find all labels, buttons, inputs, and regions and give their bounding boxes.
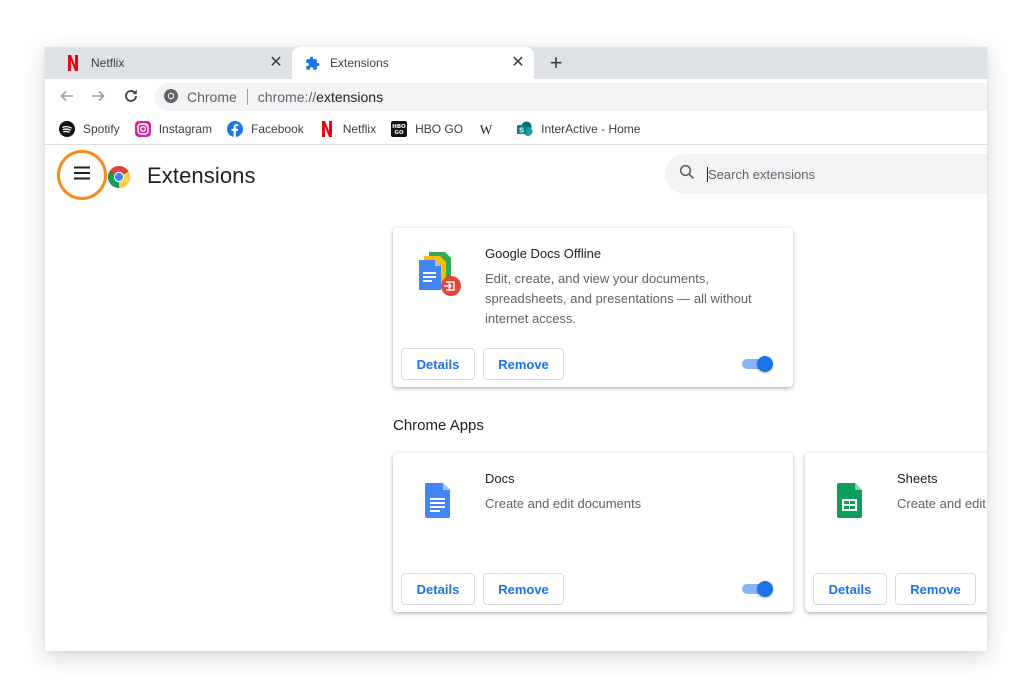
app-description: Create and edit documents xyxy=(485,496,642,511)
sharepoint-icon: S xyxy=(517,121,533,137)
extension-name: Google Docs Offline xyxy=(485,246,602,261)
svg-text:W: W xyxy=(480,122,493,137)
search-extensions-input[interactable] xyxy=(708,166,968,182)
enable-toggle[interactable] xyxy=(742,356,774,372)
hamburger-menu-icon xyxy=(73,166,91,185)
page-header: Extensions xyxy=(45,146,987,202)
bookmark-hbo-go[interactable]: HBO GO HBO GO xyxy=(391,120,464,137)
bookmark-instagram[interactable]: Instagram xyxy=(134,120,213,137)
tab-strip: Netflix ✕ Extensions ✕ + xyxy=(45,47,987,79)
tab-label: Extensions xyxy=(330,56,389,70)
details-button[interactable]: Details xyxy=(813,573,887,605)
app-name: Sheets xyxy=(897,471,938,486)
bookmark-facebook[interactable]: Facebook xyxy=(227,120,304,137)
bookmark-label: Facebook xyxy=(251,121,304,136)
bookmark-interactive-home[interactable]: S InterActive - Home xyxy=(517,121,640,137)
app-card-sheets: Sheets Create and edit spreadsheets Deta… xyxy=(805,453,987,612)
chrome-apps-section-title: Chrome Apps xyxy=(393,417,484,434)
bookmark-label: Instagram xyxy=(158,121,213,136)
spotify-icon xyxy=(59,120,75,137)
omnibox-site-label: Chrome xyxy=(187,89,237,105)
google-docs-icon xyxy=(415,475,463,523)
google-sheets-icon xyxy=(827,475,875,523)
netflix-icon xyxy=(65,55,81,71)
omnibox-separator xyxy=(246,89,248,105)
wikipedia-icon: W xyxy=(478,121,494,137)
chrome-site-icon xyxy=(163,88,179,107)
omnibox-url: chrome://extensions xyxy=(257,89,384,105)
toolbar: Chrome chrome://extensions xyxy=(45,79,987,113)
remove-button[interactable]: Remove xyxy=(483,348,564,380)
search-extensions-box[interactable] xyxy=(665,154,987,194)
app-name: Docs xyxy=(485,471,515,486)
close-tab-icon[interactable]: ✕ xyxy=(510,55,526,71)
remove-button[interactable]: Remove xyxy=(895,573,976,605)
reload-icon[interactable] xyxy=(119,84,143,108)
search-icon xyxy=(679,164,695,185)
hbo-go-icon: HBO GO xyxy=(391,120,408,137)
extension-description: Edit, create, and view your documents, s… xyxy=(485,271,752,326)
extensions-page: Extensions Search extensions Google Docs… xyxy=(45,146,987,651)
remove-button[interactable]: Remove xyxy=(483,573,564,605)
svg-text:GO: GO xyxy=(394,130,404,136)
bookmarks-bar: Spotify Instagram Facebook Netflix HBO GO… xyxy=(45,113,987,145)
bookmark-label: Spotify xyxy=(83,121,120,136)
netflix-icon xyxy=(319,120,335,137)
address-bar[interactable]: Chrome chrome://extensions xyxy=(155,83,987,111)
puzzle-icon xyxy=(304,55,320,71)
bookmark-label: HBO GO xyxy=(415,121,464,136)
bookmark-label: InterActive - Home xyxy=(541,121,641,136)
app-card-docs: Docs Create and edit documents Details R… xyxy=(393,453,793,612)
back-arrow-icon[interactable] xyxy=(55,84,79,108)
facebook-icon xyxy=(227,120,244,137)
google-docs-offline-icon xyxy=(415,250,463,298)
tab-extensions[interactable]: Extensions ✕ xyxy=(292,47,534,79)
instagram-icon xyxy=(134,120,151,137)
browser-window: Netflix ✕ Extensions ✕ + Chrome chrome:/… xyxy=(45,47,987,651)
new-tab-button[interactable]: + xyxy=(545,52,567,74)
main-menu-button[interactable] xyxy=(57,150,107,200)
extension-card-google-docs-offline: Google Docs Offline Edit, create, and vi… xyxy=(393,228,793,387)
page-title: Extensions xyxy=(147,163,256,188)
toggle-knob xyxy=(757,581,773,597)
bookmark-label: Netflix xyxy=(342,121,377,136)
close-tab-icon[interactable]: ✕ xyxy=(268,55,284,71)
bookmark-netflix[interactable]: Netflix xyxy=(319,120,377,137)
app-description: Create and edit spreadsheets xyxy=(897,496,987,511)
tab-label: Netflix xyxy=(91,56,125,70)
toggle-knob xyxy=(757,356,773,372)
chrome-logo-icon xyxy=(107,165,131,189)
details-button[interactable]: Details xyxy=(401,348,475,380)
enable-toggle[interactable] xyxy=(742,581,774,597)
details-button[interactable]: Details xyxy=(401,573,475,605)
forward-arrow-icon[interactable] xyxy=(86,84,110,108)
svg-text:S: S xyxy=(519,125,524,134)
tab-netflix[interactable]: Netflix ✕ xyxy=(45,47,292,79)
bookmark-wikipedia[interactable]: W xyxy=(478,121,502,137)
bookmark-spotify[interactable]: Spotify xyxy=(59,120,120,137)
